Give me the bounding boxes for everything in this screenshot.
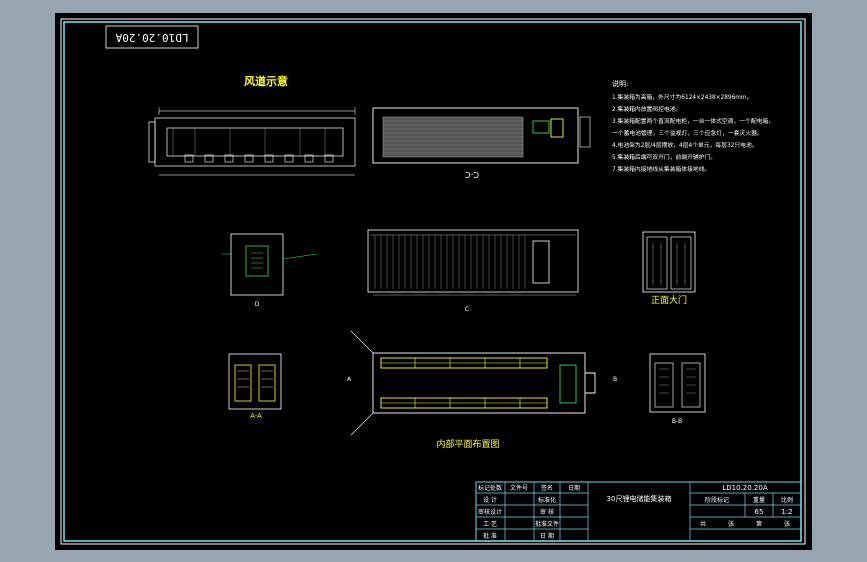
note-line: 7.集装箱内接地线从集装箱体接地线。 [612,165,710,173]
side-elevation-marker: C [465,306,469,313]
floor-plan-marker: A [347,376,352,383]
floor-plan-view [350,330,596,436]
scale-header: 比例 [781,496,793,504]
section-bb-view [649,353,706,413]
weight-value: 65 [755,508,764,516]
section-aa-label: A-A [250,412,262,420]
title-block-cell: 标记处数 [478,484,502,492]
note-line: 1.集装箱为高箱，外尺寸为6124×2438×2896mm。 [612,93,752,101]
notes-heading: 说明: [612,79,628,88]
floor-plan-marker: B [613,376,617,383]
title-block-cell: 日 期 [540,532,554,540]
title-block-cell: 标准化 [538,496,556,504]
section-bb-label: B-B [672,418,682,425]
note-line: 2.集装箱内放置阀控电池。 [612,105,681,113]
end-view [221,233,318,296]
sheet-label: 第 [756,520,762,528]
duct-schematic [148,107,356,176]
note-line: 5.集装箱后端可双开门，前端开辅护门。 [612,153,716,161]
stage-header: 阶段标记 [705,496,729,504]
weight-header: 重量 [753,496,765,504]
sheet-label: 共 [700,520,706,528]
front-door-title: 正面大门 [651,294,687,306]
title-block-rows: 标记处数 文件号 签名 日期 设 计 标准化 审核设计 审 核 工 艺 批准文件… [478,484,580,540]
notes-block: 说明: 1.集装箱为高箱，外尺寸为6124×2438×2896mm。 2.集装箱… [612,79,774,173]
section-cc-label: C-C [465,170,479,179]
cad-viewport[interactable]: LD10.20.20A 风道示意 C-C 说明: 1.集装箱为高箱，外尺寸为61… [55,13,812,550]
sheet-label: 张 [728,520,734,528]
scale-value: 1:2 [781,508,792,516]
title-block-cell: 文件号 [510,484,528,492]
title-block-cell: 设 计 [483,496,497,504]
end-view-marker: D [255,301,260,308]
duct-diagram-title: 风道示意 [244,74,288,88]
title-block-cell: 工 艺 [483,520,497,528]
drawing-title: 30尺锂电储能集装箱 [607,494,672,503]
rotated-code-box: LD10.20.20A [105,25,199,49]
title-block-cell: 批 准 [483,532,497,540]
title-block-cell: 签名 [541,484,553,492]
cad-drawing: LD10.20.20A 风道示意 C-C 说明: 1.集装箱为高箱，外尺寸为61… [60,18,806,545]
title-block-cell: 审核设计 [478,508,502,516]
drawing-number: LD10.20.20A [722,484,767,492]
note-line: 4.电池架为2层/4层摆放，4层4个单元，每层32只电池。 [612,141,758,149]
rotated-code-text: LD10.20.20A [115,31,188,44]
note-line: 一个蓄电池管理，三个监视灯，三个应急灯，一套灭火器。 [612,129,763,137]
front-door-view [642,231,696,293]
note-line: 3.集装箱配置两个直流配电柜，一台一体式空调，一个配电箱， [612,117,774,125]
section-cc-view [372,107,591,164]
title-block-cell: 批准文件 [535,520,559,528]
floor-plan-title: 内部平面布置图 [436,438,499,450]
title-block-cell: 审 核 [540,508,554,516]
title-block-cell: 日期 [568,484,580,492]
side-elevation [367,229,579,296]
section-aa-view [228,353,282,410]
sheet-label: 张 [784,520,790,528]
